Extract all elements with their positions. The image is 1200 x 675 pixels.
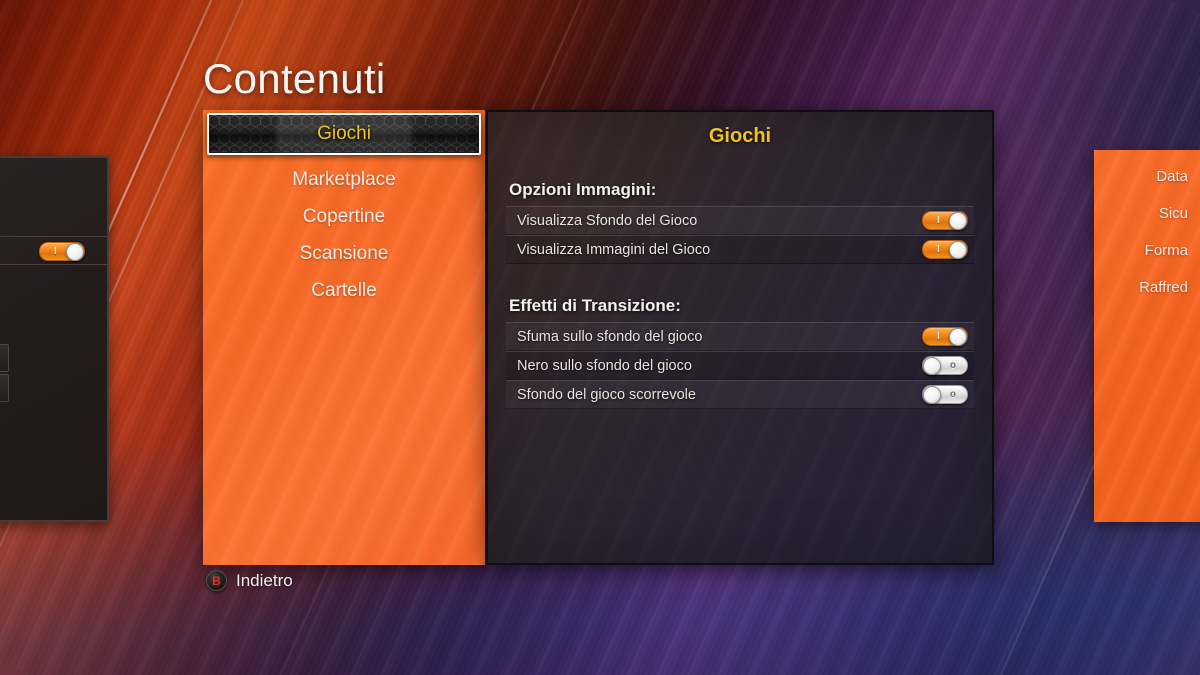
gamepad-b-button-icon: B: [206, 570, 227, 591]
toggle-mark: o: [949, 359, 956, 371]
option-row-sfondo-del-gioco-scorrevole[interactable]: Sfondo del gioco scorrevole o: [506, 380, 974, 409]
toggle-mark: I: [937, 214, 940, 226]
sidebar-item-label: Copertine: [302, 206, 386, 227]
option-label: Visualizza Sfondo del Gioco: [517, 212, 698, 229]
right-background-panel: Data Sicu Forma Raffred: [1094, 150, 1200, 522]
sidebar-item-label: Giochi: [317, 123, 371, 144]
left-panel-divider: [0, 236, 107, 237]
toggle-visualizza-sfondo-del-gioco[interactable]: I: [922, 211, 968, 230]
main-panel: Giochi Opzioni Immagini: Visualizza Sfon…: [486, 110, 994, 565]
option-row-visualizza-sfondo-del-gioco[interactable]: Visualizza Sfondo del Gioco I: [506, 206, 974, 235]
toggle-mark: o: [949, 388, 956, 400]
toggle-visualizza-immagini-del-gioco[interactable]: I: [922, 240, 968, 259]
option-row-nero-sullo-sfondo-del-gioco[interactable]: Nero sullo sfondo del gioco o: [506, 351, 974, 380]
right-panel-item[interactable]: Data: [1156, 168, 1188, 185]
option-label: Visualizza Immagini del Gioco: [517, 241, 711, 258]
sidebar-item-giochi[interactable]: Giochi: [207, 113, 481, 155]
footer-back-action[interactable]: B Indietro: [206, 570, 293, 591]
left-panel-button[interactable]: [0, 374, 9, 402]
back-label: Indietro: [236, 570, 293, 590]
toggle-sfondo-del-gioco-scorrevole[interactable]: o: [922, 385, 968, 404]
sidebar-item-cartelle[interactable]: Cartelle: [203, 272, 485, 309]
option-label: Sfuma sullo sfondo del gioco: [517, 328, 703, 345]
main-panel-body: Opzioni Immagini: Visualizza Sfondo del …: [488, 180, 992, 409]
right-panel-item[interactable]: Raffred: [1139, 279, 1188, 296]
toggle-knob: [949, 212, 967, 230]
toggle-knob: [949, 328, 967, 346]
option-label: Nero sullo sfondo del gioco: [517, 357, 692, 374]
toggle-knob: [923, 357, 941, 375]
option-row-visualizza-immagini-del-gioco[interactable]: Visualizza Immagini del Gioco I: [506, 235, 974, 264]
left-panel-button[interactable]: [0, 344, 9, 372]
option-row-sfuma-sullo-sfondo-del-gioco[interactable]: Sfuma sullo sfondo del gioco I: [506, 322, 974, 351]
option-label: Sfondo del gioco scorrevole: [517, 386, 696, 403]
page-title: Contenuti: [203, 55, 386, 102]
toggle-mark: I: [937, 330, 940, 342]
sidebar-item-scansione[interactable]: Scansione: [203, 235, 485, 272]
panel-title: Giochi: [708, 125, 772, 147]
sidebar: Giochi Marketplace Copertine Scansione C…: [203, 110, 485, 565]
sidebar-item-label: Marketplace: [292, 169, 396, 190]
toggle-knob: [923, 386, 941, 404]
sidebar-item-label: Cartelle: [311, 280, 377, 301]
left-panel-toggle[interactable]: I: [39, 242, 85, 261]
toggle-mark: I: [54, 245, 57, 257]
sidebar-item-copertine[interactable]: Copertine: [203, 198, 485, 235]
toggle-nero-sullo-sfondo-del-gioco[interactable]: o: [922, 356, 968, 375]
toggle-sfuma-sullo-sfondo-del-gioco[interactable]: I: [922, 327, 968, 346]
toggle-knob: [66, 243, 84, 261]
left-panel-divider: [0, 264, 107, 265]
toggle-knob: [949, 241, 967, 259]
sidebar-item-label: Scansione: [299, 243, 389, 264]
sidebar-item-marketplace[interactable]: Marketplace: [203, 161, 485, 198]
right-panel-item[interactable]: Forma: [1145, 242, 1188, 259]
left-background-panel: I: [0, 156, 109, 522]
right-panel-item[interactable]: Sicu: [1159, 205, 1188, 222]
toggle-mark: I: [937, 243, 940, 255]
group-heading-effetti-di-transizione: Effetti di Transizione:: [509, 296, 681, 315]
group-heading-opzioni-immagini: Opzioni Immagini:: [509, 180, 657, 199]
